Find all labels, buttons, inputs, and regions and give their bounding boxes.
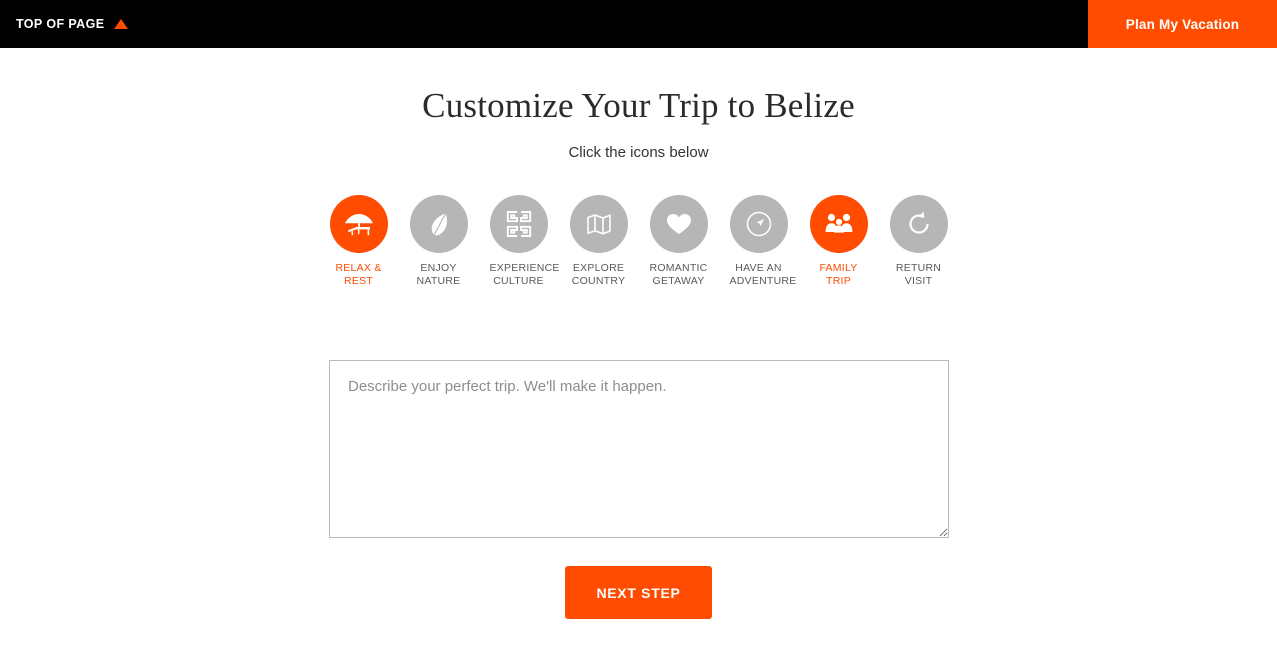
up-triangle-icon <box>114 19 129 29</box>
beach-umbrella-lounger-icon <box>344 214 373 236</box>
icon-circle <box>729 195 788 253</box>
trip-option-relax-rest[interactable]: RELAX & REST <box>329 195 388 287</box>
next-step-button[interactable]: NEXT STEP <box>565 566 712 619</box>
trip-option-label: ENJOY NATURE <box>416 262 461 287</box>
icon-circle <box>329 195 388 253</box>
page-subtitle: Click the icons below <box>568 144 709 161</box>
icon-circle <box>489 195 548 253</box>
trip-option-romantic-getaway[interactable]: ROMANTIC GETAWAY <box>649 195 708 287</box>
icon-circle <box>649 195 708 253</box>
plan-my-vacation-button[interactable]: Plan My Vacation <box>1088 0 1277 48</box>
leaf-icon <box>431 213 447 236</box>
page-title: Customize Your Trip to Belize <box>422 86 855 125</box>
trip-option-have-an-adventure[interactable]: HAVE AN ADVENTURE <box>729 195 797 287</box>
trip-type-icon-row: RELAX & REST ENJOY NATURE EXPERIENCE CUL… <box>0 195 1277 287</box>
trip-option-label: RELAX & REST <box>335 262 382 287</box>
icon-circle <box>569 195 628 253</box>
top-of-page-link[interactable]: TOP OF PAGE <box>16 17 129 31</box>
icon-circle <box>409 195 468 253</box>
family-group-icon <box>825 213 852 233</box>
trip-option-enjoy-nature[interactable]: ENJOY NATURE <box>409 195 468 287</box>
trip-option-label: ROMANTIC GETAWAY <box>649 262 708 287</box>
trip-option-label: FAMILY TRIP <box>819 262 858 287</box>
trip-option-family-trip[interactable]: FAMILY TRIP <box>809 195 868 287</box>
trip-option-experience-culture[interactable]: EXPERIENCE CULTURE <box>489 195 560 287</box>
icon-circle <box>809 195 868 253</box>
icon-circle <box>889 195 948 253</box>
trip-option-label: EXPERIENCE CULTURE <box>489 262 560 287</box>
trip-option-explore-country[interactable]: EXPLORE COUNTRY <box>569 195 628 287</box>
trip-option-label: EXPLORE COUNTRY <box>571 262 626 287</box>
trip-description-textarea[interactable] <box>329 360 949 538</box>
trip-option-label: HAVE AN ADVENTURE <box>729 262 797 287</box>
top-navigation-bar: TOP OF PAGE <box>0 0 1277 48</box>
top-of-page-label: TOP OF PAGE <box>16 17 105 31</box>
main-content: Customize Your Trip to Belize Click the … <box>0 48 1277 660</box>
trip-option-return-visit[interactable]: RETURN VISIT <box>889 195 948 287</box>
refresh-arrow-icon <box>908 211 929 234</box>
trip-option-label: RETURN VISIT <box>895 262 942 287</box>
heart-icon <box>666 214 691 234</box>
compass-icon <box>746 211 771 237</box>
mayan-fret-pattern-icon <box>506 211 531 237</box>
folded-map-icon <box>586 214 611 235</box>
